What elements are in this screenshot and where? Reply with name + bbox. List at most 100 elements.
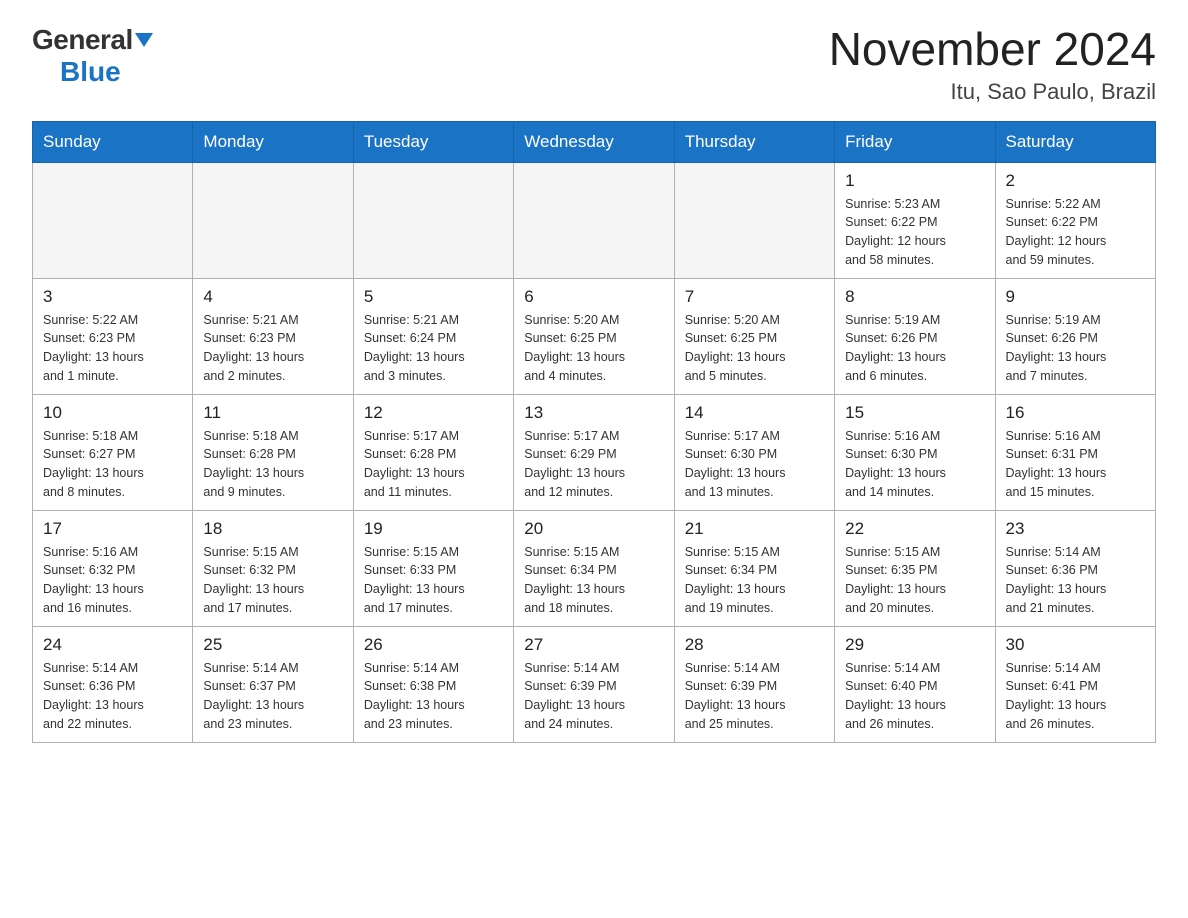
weekday-header-monday: Monday (193, 121, 353, 162)
calendar-cell: 20 Sunrise: 5:15 AM Sunset: 6:34 PM Dayli… (514, 510, 674, 626)
calendar-cell: 16 Sunrise: 5:16 AM Sunset: 6:31 PM Dayli… (995, 394, 1155, 510)
day-info: Sunrise: 5:14 AM Sunset: 6:37 PM Dayligh… (203, 659, 342, 734)
calendar-table: SundayMondayTuesdayWednesdayThursdayFrid… (32, 121, 1156, 743)
day-info: Sunrise: 5:15 AM Sunset: 6:34 PM Dayligh… (524, 543, 663, 618)
day-number: 17 (43, 519, 182, 539)
day-number: 15 (845, 403, 984, 423)
calendar-cell: 29 Sunrise: 5:14 AM Sunset: 6:40 PM Dayli… (835, 626, 995, 742)
calendar-cell: 13Sunrise: 5:17 AM Sunset: 6:29 PM Dayli… (514, 394, 674, 510)
day-info: Sunrise: 5:19 AM Sunset: 6:26 PM Dayligh… (845, 311, 984, 386)
day-number: 19 (364, 519, 503, 539)
day-number: 21 (685, 519, 824, 539)
page-header: General Blue November 2024 Itu, Sao Paul… (32, 24, 1156, 105)
day-number: 5 (364, 287, 503, 307)
calendar-cell: 1 Sunrise: 5:23 AM Sunset: 6:22 PM Daylig… (835, 162, 995, 278)
day-info: Sunrise: 5:20 AM Sunset: 6:25 PM Dayligh… (524, 311, 663, 386)
day-number: 22 (845, 519, 984, 539)
day-number: 27 (524, 635, 663, 655)
day-number: 4 (203, 287, 342, 307)
weekday-header-wednesday: Wednesday (514, 121, 674, 162)
day-number: 25 (203, 635, 342, 655)
day-number: 30 (1006, 635, 1145, 655)
calendar-cell: 15 Sunrise: 5:16 AM Sunset: 6:30 PM Dayli… (835, 394, 995, 510)
day-number: 28 (685, 635, 824, 655)
calendar-cell (33, 162, 193, 278)
day-info: Sunrise: 5:22 AM Sunset: 6:23 PM Dayligh… (43, 311, 182, 386)
calendar-cell: 4 Sunrise: 5:21 AM Sunset: 6:23 PM Daylig… (193, 278, 353, 394)
day-number: 24 (43, 635, 182, 655)
day-info: Sunrise: 5:15 AM Sunset: 6:35 PM Dayligh… (845, 543, 984, 618)
day-info: Sunrise: 5:15 AM Sunset: 6:34 PM Dayligh… (685, 543, 824, 618)
calendar-cell: 6 Sunrise: 5:20 AM Sunset: 6:25 PM Daylig… (514, 278, 674, 394)
calendar-cell: 24 Sunrise: 5:14 AM Sunset: 6:36 PM Dayli… (33, 626, 193, 742)
day-number: 23 (1006, 519, 1145, 539)
calendar-cell: 17 Sunrise: 5:16 AM Sunset: 6:32 PM Dayli… (33, 510, 193, 626)
day-number: 16 (1006, 403, 1145, 423)
weekday-header-saturday: Saturday (995, 121, 1155, 162)
calendar-cell: 11 Sunrise: 5:18 AM Sunset: 6:28 PM Dayli… (193, 394, 353, 510)
day-info: Sunrise: 5:18 AM Sunset: 6:28 PM Dayligh… (203, 427, 342, 502)
logo-triangle-icon (135, 33, 153, 52)
day-info: Sunrise: 5:14 AM Sunset: 6:39 PM Dayligh… (524, 659, 663, 734)
weekday-header-tuesday: Tuesday (353, 121, 513, 162)
day-number: 1 (845, 171, 984, 191)
calendar-cell: 7Sunrise: 5:20 AM Sunset: 6:25 PM Daylig… (674, 278, 834, 394)
day-info: Sunrise: 5:22 AM Sunset: 6:22 PM Dayligh… (1006, 195, 1145, 270)
day-info: Sunrise: 5:14 AM Sunset: 6:40 PM Dayligh… (845, 659, 984, 734)
day-number: 26 (364, 635, 503, 655)
day-number: 3 (43, 287, 182, 307)
calendar-cell (514, 162, 674, 278)
day-number: 12 (364, 403, 503, 423)
calendar-cell: 21 Sunrise: 5:15 AM Sunset: 6:34 PM Dayli… (674, 510, 834, 626)
calendar-cell: 18 Sunrise: 5:15 AM Sunset: 6:32 PM Dayli… (193, 510, 353, 626)
day-number: 20 (524, 519, 663, 539)
calendar-cell (193, 162, 353, 278)
day-number: 7 (685, 287, 824, 307)
day-info: Sunrise: 5:16 AM Sunset: 6:30 PM Dayligh… (845, 427, 984, 502)
day-info: Sunrise: 5:19 AM Sunset: 6:26 PM Dayligh… (1006, 311, 1145, 386)
calendar-cell: 22 Sunrise: 5:15 AM Sunset: 6:35 PM Dayli… (835, 510, 995, 626)
calendar-week-row: 10Sunrise: 5:18 AM Sunset: 6:27 PM Dayli… (33, 394, 1156, 510)
day-info: Sunrise: 5:16 AM Sunset: 6:32 PM Dayligh… (43, 543, 182, 618)
day-number: 10 (43, 403, 182, 423)
calendar-cell: 28Sunrise: 5:14 AM Sunset: 6:39 PM Dayli… (674, 626, 834, 742)
calendar-header-row: SundayMondayTuesdayWednesdayThursdayFrid… (33, 121, 1156, 162)
day-number: 8 (845, 287, 984, 307)
calendar-cell: 30 Sunrise: 5:14 AM Sunset: 6:41 PM Dayli… (995, 626, 1155, 742)
day-number: 18 (203, 519, 342, 539)
day-info: Sunrise: 5:17 AM Sunset: 6:29 PM Dayligh… (524, 427, 663, 502)
calendar-cell: 9 Sunrise: 5:19 AM Sunset: 6:26 PM Daylig… (995, 278, 1155, 394)
day-info: Sunrise: 5:15 AM Sunset: 6:33 PM Dayligh… (364, 543, 503, 618)
day-number: 6 (524, 287, 663, 307)
calendar-title-block: November 2024 Itu, Sao Paulo, Brazil (829, 24, 1156, 105)
logo: General Blue (32, 24, 153, 88)
day-info: Sunrise: 5:23 AM Sunset: 6:22 PM Dayligh… (845, 195, 984, 270)
day-info: Sunrise: 5:14 AM Sunset: 6:41 PM Dayligh… (1006, 659, 1145, 734)
calendar-cell: 8 Sunrise: 5:19 AM Sunset: 6:26 PM Daylig… (835, 278, 995, 394)
day-number: 9 (1006, 287, 1145, 307)
day-info: Sunrise: 5:17 AM Sunset: 6:28 PM Dayligh… (364, 427, 503, 502)
day-info: Sunrise: 5:21 AM Sunset: 6:23 PM Dayligh… (203, 311, 342, 386)
calendar-cell: 25 Sunrise: 5:14 AM Sunset: 6:37 PM Dayli… (193, 626, 353, 742)
day-number: 29 (845, 635, 984, 655)
calendar-cell (353, 162, 513, 278)
calendar-location: Itu, Sao Paulo, Brazil (829, 79, 1156, 105)
day-number: 2 (1006, 171, 1145, 191)
calendar-cell (674, 162, 834, 278)
calendar-month-year: November 2024 (829, 24, 1156, 75)
calendar-cell: 12 Sunrise: 5:17 AM Sunset: 6:28 PM Dayli… (353, 394, 513, 510)
calendar-cell: 2 Sunrise: 5:22 AM Sunset: 6:22 PM Daylig… (995, 162, 1155, 278)
calendar-cell: 19 Sunrise: 5:15 AM Sunset: 6:33 PM Dayli… (353, 510, 513, 626)
calendar-week-row: 3 Sunrise: 5:22 AM Sunset: 6:23 PM Daylig… (33, 278, 1156, 394)
day-number: 11 (203, 403, 342, 423)
day-info: Sunrise: 5:14 AM Sunset: 6:38 PM Dayligh… (364, 659, 503, 734)
weekday-header-thursday: Thursday (674, 121, 834, 162)
calendar-cell: 26 Sunrise: 5:14 AM Sunset: 6:38 PM Dayli… (353, 626, 513, 742)
day-info: Sunrise: 5:17 AM Sunset: 6:30 PM Dayligh… (685, 427, 824, 502)
calendar-cell: 27 Sunrise: 5:14 AM Sunset: 6:39 PM Dayli… (514, 626, 674, 742)
day-info: Sunrise: 5:21 AM Sunset: 6:24 PM Dayligh… (364, 311, 503, 386)
day-info: Sunrise: 5:15 AM Sunset: 6:32 PM Dayligh… (203, 543, 342, 618)
day-info: Sunrise: 5:14 AM Sunset: 6:36 PM Dayligh… (43, 659, 182, 734)
day-info: Sunrise: 5:16 AM Sunset: 6:31 PM Dayligh… (1006, 427, 1145, 502)
calendar-cell: 3 Sunrise: 5:22 AM Sunset: 6:23 PM Daylig… (33, 278, 193, 394)
